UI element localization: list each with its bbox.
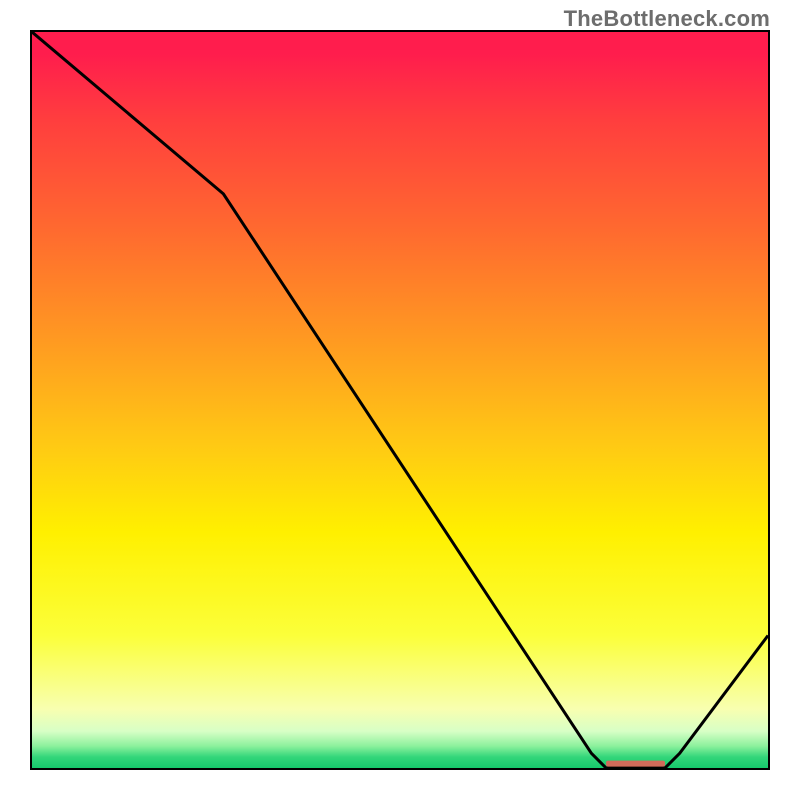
plot-area (30, 30, 770, 770)
optimal-range-marker (606, 761, 665, 767)
chart-container: TheBottleneck.com (0, 0, 800, 800)
curve-svg (32, 32, 768, 768)
watermark-text: TheBottleneck.com (564, 6, 770, 32)
bottleneck-curve (32, 32, 768, 768)
